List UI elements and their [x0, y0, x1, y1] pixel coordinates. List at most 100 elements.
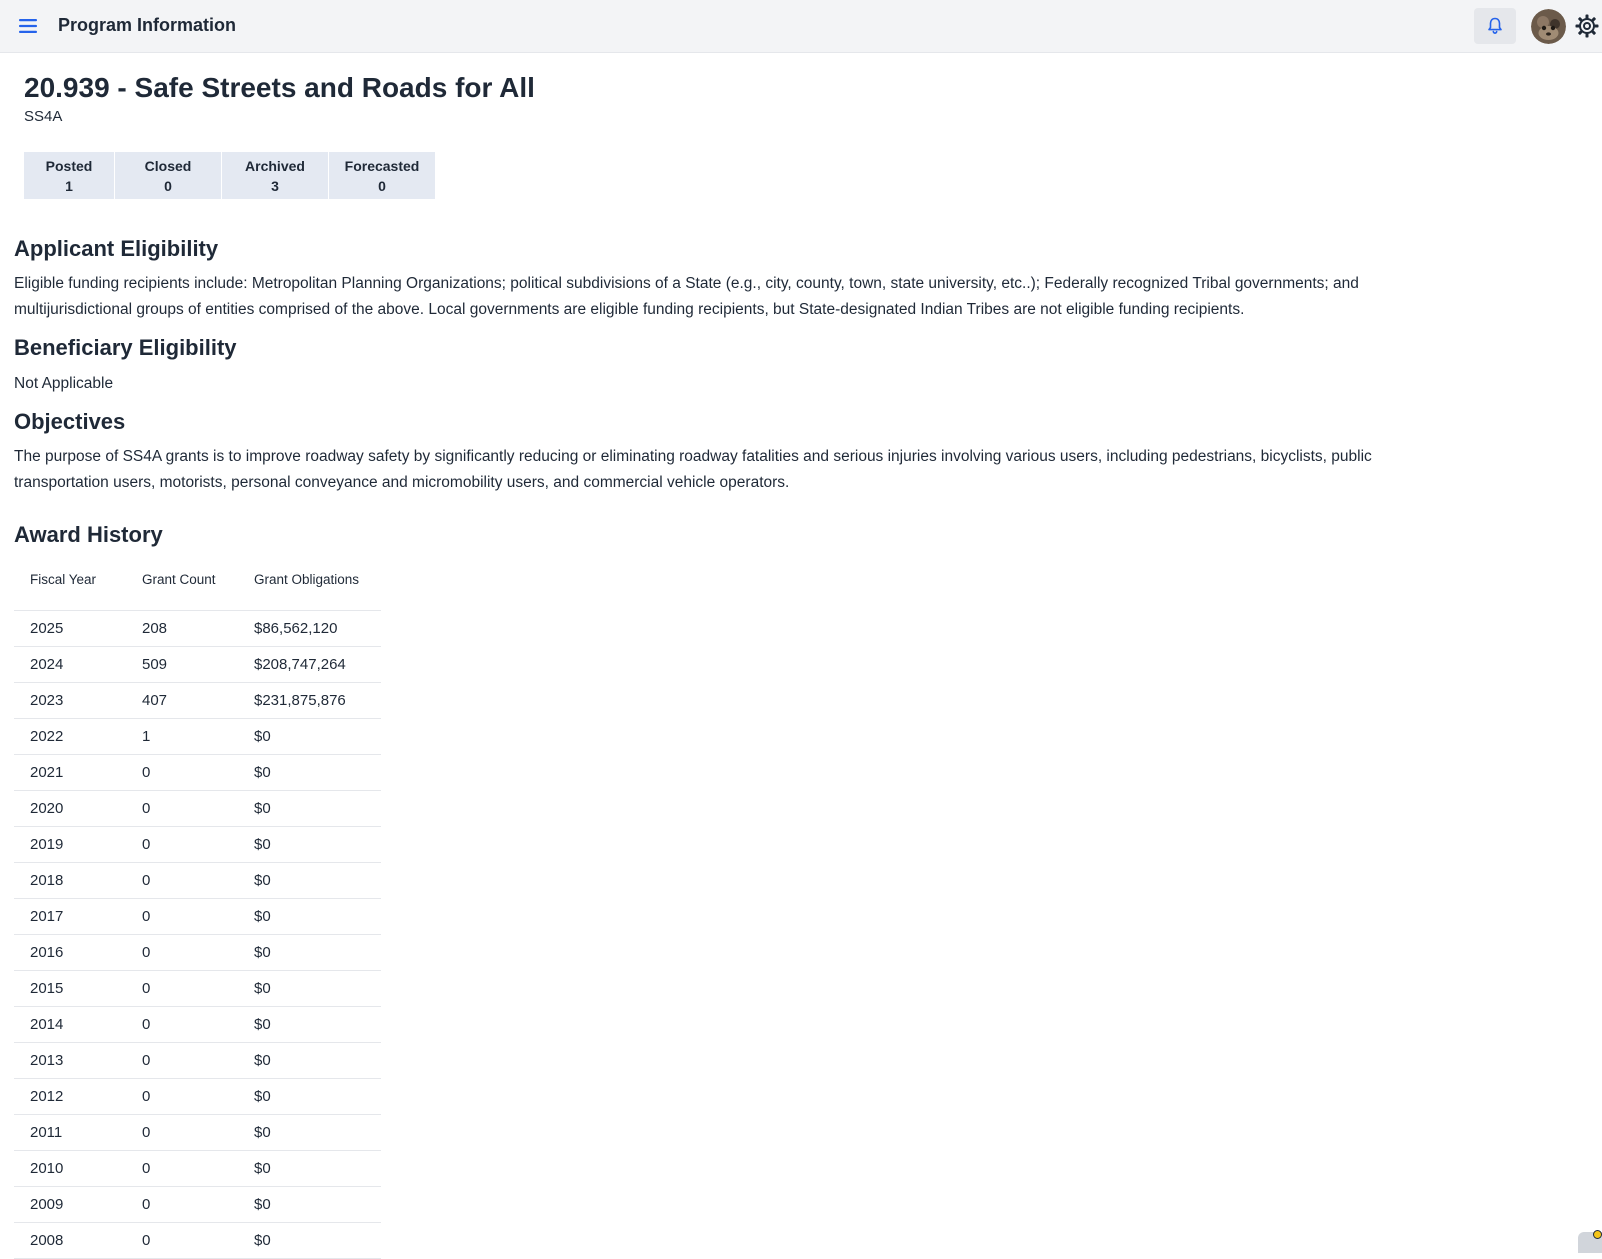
hamburger-menu-icon — [19, 19, 37, 33]
table-row: 2009 0 $0 — [14, 1186, 381, 1223]
fiscal-year-cell: 2009 — [14, 1186, 126, 1223]
fiscal-year-cell: 2015 — [14, 970, 126, 1007]
objectives-text: The purpose of SS4A grants is to improve… — [14, 448, 1372, 491]
status-count: 0 — [378, 177, 386, 194]
fiscal-year-cell: 2014 — [14, 1006, 126, 1043]
table-row: 2008 0 $0 — [14, 1222, 381, 1259]
grant-count-cell: 0 — [126, 1006, 238, 1043]
status-label: Posted — [45, 157, 93, 174]
award-history-heading: Award History — [14, 522, 163, 547]
status-label: Closed — [144, 157, 192, 174]
table-row: 2023 407 $231,875,876 — [14, 682, 381, 719]
fiscal-year-cell: 2024 — [14, 646, 126, 683]
grant-count-cell: 0 — [126, 862, 238, 899]
notification-dot — [1593, 1230, 1602, 1239]
page-title: 20.939 - Safe Streets and Roads for All — [24, 72, 535, 103]
status-closed[interactable]: Closed 0 — [115, 152, 222, 199]
fiscal-year-cell: 2023 — [14, 682, 126, 719]
applicant-eligibility-text: Eligible funding recipients include: Met… — [14, 275, 1359, 318]
grant-obligations-cell: $0 — [238, 1186, 381, 1223]
table-header-row: Fiscal Year Grant Count Grant Obligation… — [14, 562, 381, 611]
grant-obligations-cell: $0 — [238, 862, 381, 899]
status-posted[interactable]: Posted 1 — [24, 152, 115, 199]
applicant-eligibility-heading: Applicant Eligibility — [14, 236, 219, 261]
grant-obligations-cell: $0 — [238, 718, 381, 755]
table-row: 2025 208 $86,562,120 — [14, 610, 381, 647]
beneficiary-eligibility-text: Not Applicable — [14, 375, 114, 392]
grant-obligations-cell: $0 — [238, 1006, 381, 1043]
grant-obligations-cell: $0 — [238, 1042, 381, 1079]
column-header-grant-count[interactable]: Grant Count — [126, 562, 238, 611]
grant-obligations-cell: $0 — [238, 1150, 381, 1187]
grant-obligations-cell: $0 — [238, 898, 381, 935]
grant-count-cell: 0 — [126, 790, 238, 827]
status-label: Forecasted — [344, 157, 420, 174]
fiscal-year-cell: 2008 — [14, 1222, 126, 1259]
grant-obligations-cell: $0 — [238, 934, 381, 971]
award-history-table: Fiscal Year Grant Count Grant Obligation… — [14, 562, 381, 1259]
objectives-heading: Objectives — [14, 409, 126, 434]
table-row: 2016 0 $0 — [14, 934, 381, 971]
status-count: 3 — [271, 177, 279, 194]
grant-obligations-cell: $0 — [238, 754, 381, 791]
table-row: 2015 0 $0 — [14, 970, 381, 1007]
grant-count-cell: 0 — [126, 1078, 238, 1115]
grant-count-cell: 0 — [126, 1150, 238, 1187]
app-title: Program Information — [58, 15, 237, 35]
grant-count-cell: 0 — [126, 1222, 238, 1259]
table-row: 2014 0 $0 — [14, 1006, 381, 1043]
grant-count-cell: 0 — [126, 1186, 238, 1223]
grant-count-cell: 0 — [126, 1042, 238, 1079]
table-row: 2012 0 $0 — [14, 1078, 381, 1115]
status-count: 0 — [164, 177, 172, 194]
grant-obligations-cell: $0 — [238, 826, 381, 863]
fiscal-year-cell: 2017 — [14, 898, 126, 935]
grant-count-cell: 1 — [126, 718, 238, 755]
status-label: Archived — [245, 157, 305, 174]
table-row: 2021 0 $0 — [14, 754, 381, 791]
status-forecasted[interactable]: Forecasted 0 — [329, 152, 435, 199]
fiscal-year-cell: 2018 — [14, 862, 126, 899]
table-row: 2010 0 $0 — [14, 1150, 381, 1187]
fiscal-year-cell: 2016 — [14, 934, 126, 971]
table-row: 2024 509 $208,747,264 — [14, 646, 381, 683]
top-app-bar: Program Information — [0, 0, 1602, 53]
table-row: 2019 0 $0 — [14, 826, 381, 863]
table-row: 2022 1 $0 — [14, 718, 381, 755]
fiscal-year-cell: 2020 — [14, 790, 126, 827]
grant-count-cell: 0 — [126, 1114, 238, 1151]
table-row: 2013 0 $0 — [14, 1042, 381, 1079]
table-row: 2017 0 $0 — [14, 898, 381, 935]
fiscal-year-cell: 2011 — [14, 1114, 126, 1151]
grant-count-cell: 0 — [126, 934, 238, 971]
fiscal-year-cell: 2025 — [14, 610, 126, 647]
avatar-photo — [1531, 9, 1566, 44]
fiscal-year-cell: 2010 — [14, 1150, 126, 1187]
column-header-fiscal-year[interactable]: Fiscal Year — [14, 562, 126, 611]
opportunity-status-summary: Posted 1 Closed 0 Archived 3 Forecasted … — [24, 152, 435, 199]
grant-obligations-cell: $208,747,264 — [238, 646, 381, 683]
status-count: 1 — [65, 177, 73, 194]
grant-obligations-cell: $0 — [238, 970, 381, 1007]
grant-count-cell: 407 — [126, 682, 238, 719]
beneficiary-eligibility-heading: Beneficiary Eligibility — [14, 335, 237, 360]
grant-obligations-cell: $231,875,876 — [238, 682, 381, 719]
settings-button[interactable] — [1575, 12, 1602, 40]
grant-count-cell: 0 — [126, 898, 238, 935]
grant-count-cell: 208 — [126, 610, 238, 647]
column-header-grant-obligations[interactable]: Grant Obligations — [238, 562, 381, 611]
table-row: 2011 0 $0 — [14, 1114, 381, 1151]
grant-count-cell: 0 — [126, 826, 238, 863]
fiscal-year-cell: 2021 — [14, 754, 126, 791]
award-history-rows: 2025 208 $86,562,120 2024 509 $208,747,264 202… — [14, 610, 381, 1259]
grant-obligations-cell: $0 — [238, 1114, 381, 1151]
status-archived[interactable]: Archived 3 — [222, 152, 329, 199]
hamburger-menu-button[interactable] — [14, 12, 42, 40]
notifications-button[interactable] — [1474, 8, 1516, 44]
fiscal-year-cell: 2019 — [14, 826, 126, 863]
grant-count-cell: 0 — [126, 970, 238, 1007]
grant-count-cell: 509 — [126, 646, 238, 683]
grant-obligations-cell: $86,562,120 — [238, 610, 381, 647]
user-avatar[interactable] — [1531, 9, 1566, 44]
fiscal-year-cell: 2022 — [14, 718, 126, 755]
